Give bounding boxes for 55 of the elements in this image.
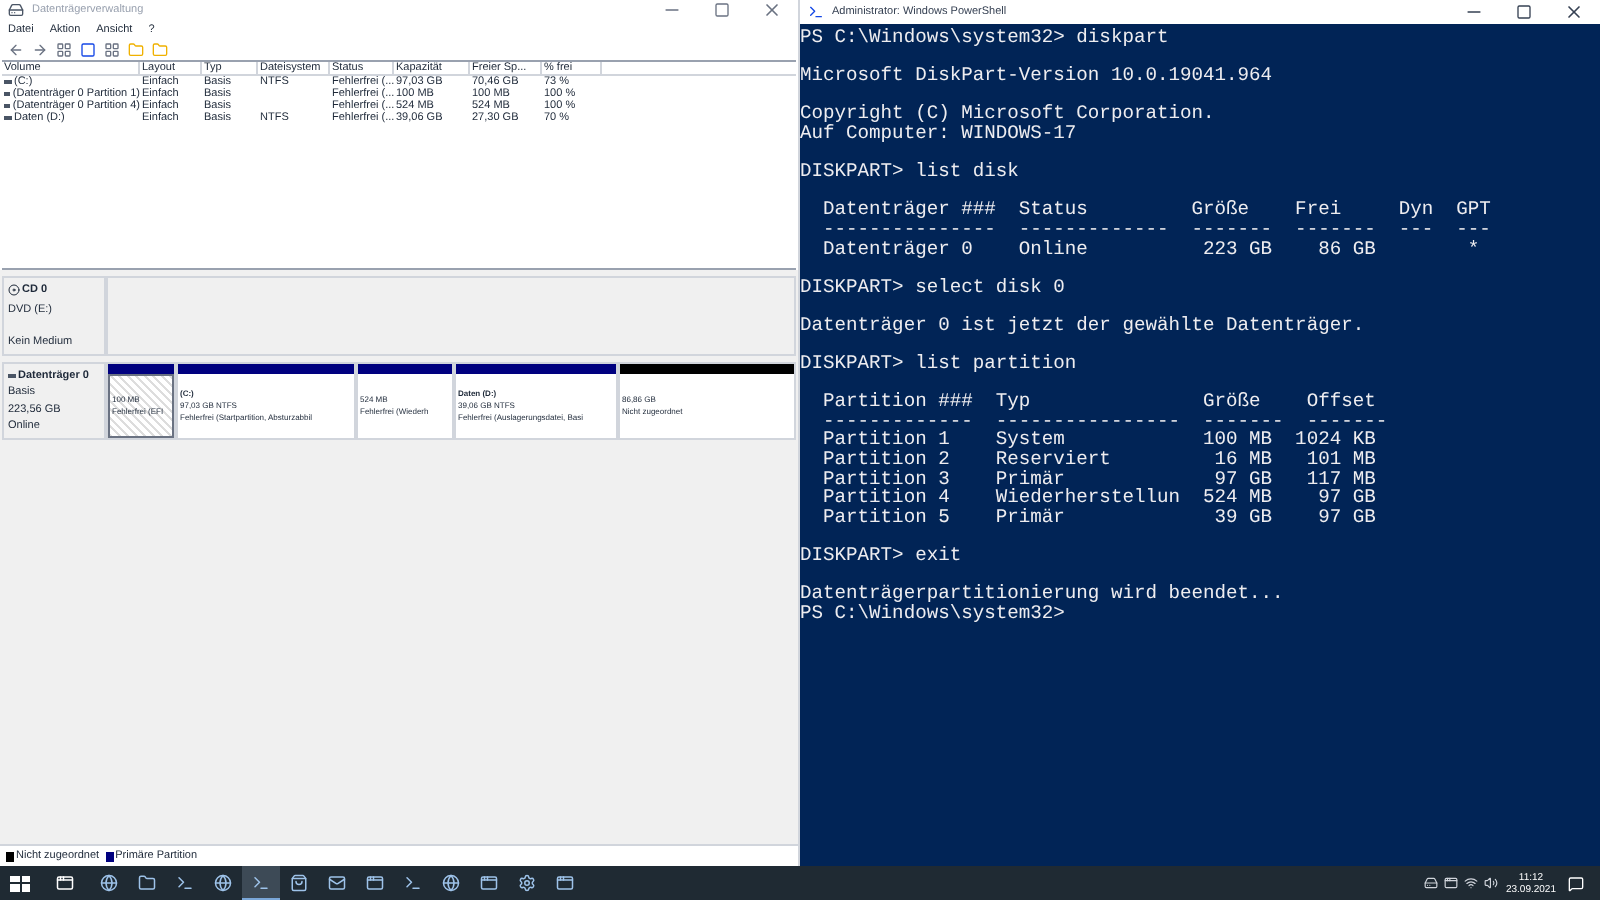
console-line: Datenträger ### Status Größe Frei Dyn GPT (821, 200, 1491, 220)
terminal-icon (404, 873, 422, 891)
app-window-icon (366, 873, 384, 891)
network-icon[interactable] (1463, 876, 1478, 890)
forward-icon[interactable] (32, 42, 48, 58)
tray-icon[interactable] (1443, 876, 1458, 890)
gear-icon (518, 873, 536, 891)
console-line: Partition 3 Primär 97 GB 117 MB (821, 469, 1376, 489)
tray-icon[interactable] (1423, 876, 1438, 890)
console-line: PS C:\Windows\system32> diskpart (800, 28, 1169, 48)
console-line: Microsoft DiskPart-Version 10.0.19041.964 (800, 66, 1273, 86)
console-line: DISKPART> list disk (800, 162, 1019, 182)
console-line: Partition ### Typ Größe Offset (821, 392, 1376, 412)
globe-icon (214, 873, 232, 891)
console-line: Datenträger 0 Online 223 GB 86 GB * (821, 239, 1480, 259)
toolbar-icon[interactable] (80, 42, 96, 58)
shopping-bag-icon (290, 873, 308, 891)
console-line: DISKPART> select disk 0 (800, 277, 1065, 297)
toolbar-icon[interactable] (104, 42, 120, 58)
drive-icon (8, 374, 16, 379)
folder-icon (138, 873, 156, 891)
disc-icon (8, 284, 20, 297)
console-line: Partition 2 Reserviert 16 MB 101 MB (821, 450, 1376, 470)
envelope-icon (328, 873, 346, 891)
app-window-icon (480, 873, 498, 891)
console-line: ------------- ---------------- ------- ------- (821, 411, 1388, 431)
terminal-icon (176, 873, 194, 891)
console-line: Partition 1 System 100 MB 1024 KB (821, 430, 1376, 451)
back-icon[interactable] (8, 42, 24, 58)
console-line: Partition 4 Wiederherstellun 524 MB 97 GB (821, 488, 1376, 508)
terminal-icon (252, 873, 270, 891)
notification-icon[interactable] (1568, 875, 1584, 891)
console-line: Copyright (C) Microsoft Corporation. (800, 104, 1215, 124)
start-icon[interactable] (10, 875, 30, 891)
console-line: PS C:\Windows\system32> (800, 603, 1065, 623)
console-line: Datenträgerpartitionierung wird beendet... (800, 584, 1284, 604)
globe-icon (442, 873, 460, 891)
taskbar-app[interactable] (242, 866, 280, 900)
maximize-icon[interactable] (714, 2, 730, 18)
close-icon[interactable] (1564, 2, 1584, 22)
app-window-icon (556, 873, 574, 891)
console-line: DISKPART> list partition (800, 354, 1077, 374)
console-line: --------------- ------------- ------- ------- --- --- (821, 219, 1491, 240)
maximize-icon[interactable] (1516, 4, 1532, 20)
toolbar-icon[interactable] (56, 42, 72, 58)
console-line: DISKPART> exit (800, 546, 962, 566)
globe-icon (100, 873, 118, 891)
console-line: Partition 5 Primär 39 GB 97 GB (821, 507, 1376, 527)
close-icon[interactable] (762, 0, 782, 20)
terminal-icon (808, 4, 824, 20)
disk-app-icon (8, 2, 24, 18)
volume-icon[interactable] (1483, 876, 1498, 890)
console-line: Datenträger 0 ist jetzt der gewählte Datenträger. (800, 315, 1365, 335)
console-line: Auf Computer: WINDOWS-17 (800, 123, 1077, 144)
task-view-icon[interactable] (56, 874, 74, 892)
